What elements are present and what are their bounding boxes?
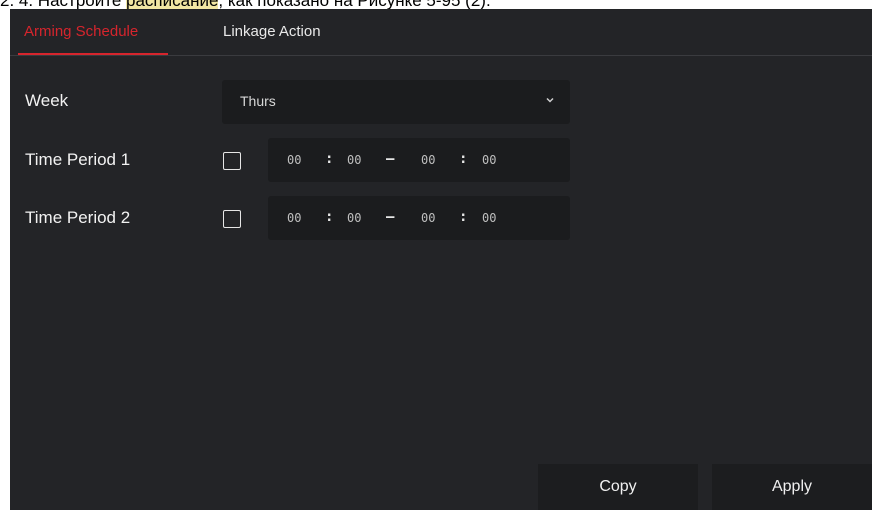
time-period-1-range[interactable]: 00 : 00 – 00 : 00 bbox=[268, 138, 570, 182]
week-label: Week bbox=[25, 91, 69, 110]
week-select-value: Thurs bbox=[240, 93, 276, 109]
range-dash: – bbox=[386, 209, 395, 225]
colon: : bbox=[459, 209, 468, 225]
active-tab-indicator bbox=[18, 53, 168, 55]
tab-arming-schedule[interactable]: Arming Schedule bbox=[24, 9, 138, 55]
end-hour[interactable]: 00 bbox=[421, 153, 435, 167]
range-dash: – bbox=[386, 151, 395, 167]
schedule-panel: Arming Schedule Linkage Action Week Thur… bbox=[10, 9, 872, 510]
end-minute[interactable]: 00 bbox=[482, 153, 496, 167]
time-period-1-checkbox[interactable] bbox=[223, 152, 241, 170]
colon: : bbox=[325, 151, 334, 167]
copy-button[interactable]: Copy bbox=[538, 464, 698, 510]
start-minute[interactable]: 00 bbox=[347, 211, 361, 225]
end-minute[interactable]: 00 bbox=[482, 211, 496, 225]
end-hour[interactable]: 00 bbox=[421, 211, 435, 225]
colon: : bbox=[325, 209, 334, 225]
colon: : bbox=[459, 151, 468, 167]
time-period-1-label: Time Period 1 bbox=[25, 150, 131, 169]
chevron-down-icon bbox=[546, 97, 554, 103]
start-hour[interactable]: 00 bbox=[287, 153, 301, 167]
apply-button[interactable]: Apply bbox=[712, 464, 872, 510]
time-period-2-label: Time Period 2 bbox=[25, 208, 131, 227]
tab-linkage-action[interactable]: Linkage Action bbox=[223, 9, 321, 55]
start-hour[interactable]: 00 bbox=[287, 211, 301, 225]
time-period-2-checkbox[interactable] bbox=[223, 210, 241, 228]
time-period-2-range[interactable]: 00 : 00 – 00 : 00 bbox=[268, 196, 570, 240]
tab-bar: Arming Schedule Linkage Action bbox=[10, 9, 872, 56]
start-minute[interactable]: 00 bbox=[347, 153, 361, 167]
week-select[interactable]: Thurs bbox=[222, 80, 570, 124]
